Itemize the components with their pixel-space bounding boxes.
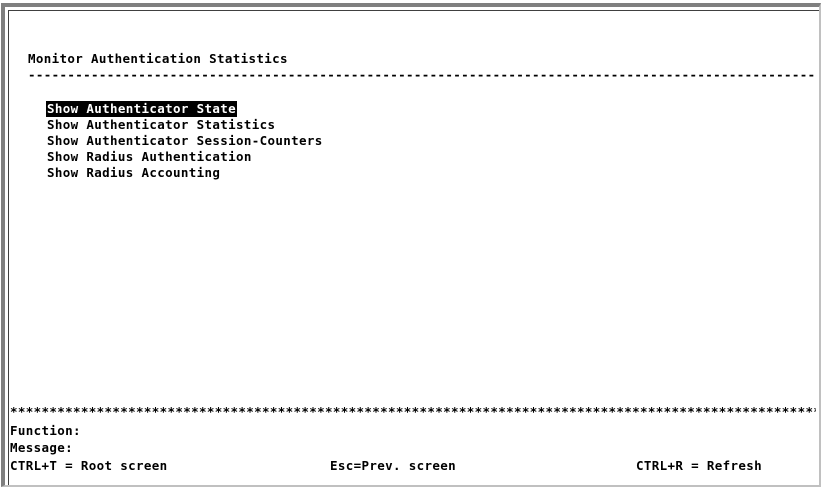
footer-separator: ****************************************…: [10, 404, 816, 419]
page-title: Monitor Authentication Statistics: [28, 51, 288, 66]
message-label: Message:: [10, 440, 74, 455]
hint-previous-screen[interactable]: Esc=Prev. screen: [330, 458, 456, 474]
menu-item-show-authenticator-state[interactable]: Show Authenticator State: [46, 101, 238, 117]
function-label: Function:: [10, 423, 81, 438]
hint-root-screen[interactable]: CTRL+T = Root screen: [10, 458, 168, 474]
hint-refresh[interactable]: CTRL+R = Refresh: [636, 458, 762, 474]
menu-item-show-authenticator-statistics[interactable]: Show Authenticator Statistics: [47, 117, 275, 133]
menu-item-show-radius-authentication[interactable]: Show Radius Authentication: [47, 149, 252, 165]
menu-item-show-radius-accounting[interactable]: Show Radius Accounting: [47, 165, 220, 181]
title-separator: ----------------------------------------…: [28, 67, 814, 82]
menu-item-show-authenticator-session-counters[interactable]: Show Authenticator Session-Counters: [47, 133, 323, 149]
